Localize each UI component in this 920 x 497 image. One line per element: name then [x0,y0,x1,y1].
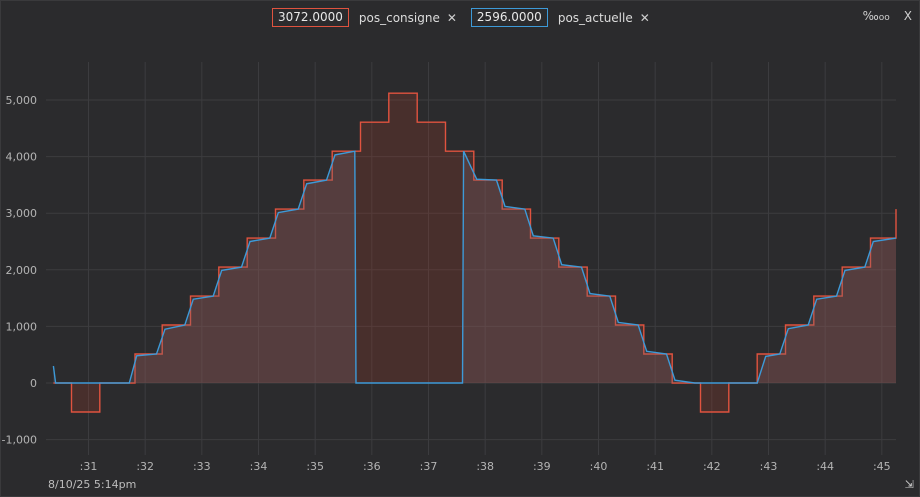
series-2-area [53,151,896,383]
line-chart: -1,000 0 1,000 2,000 3,000 4,000 5,000 :31 :32 :3… [2,62,897,473]
x-tick-label: :45 [873,460,891,473]
x-tick-label: :33 [193,460,211,473]
x-tick-label: :40 [590,460,608,473]
x-tick-label: :34 [250,460,268,473]
y-tick-label: 2,000 [6,264,38,277]
x-tick-label: :39 [533,460,551,473]
y-tick-label: -1,000 [2,434,37,447]
x-tick-label: :35 [306,460,324,473]
y-tick-label: 1,000 [6,320,38,333]
resize-handle-icon[interactable]: ⇲ [905,478,914,491]
x-tick-label: :43 [760,460,778,473]
x-tick-label: :42 [703,460,721,473]
x-tick-label: :32 [136,460,154,473]
y-tick-label: 5,000 [6,94,38,107]
y-tick-label: 3,000 [6,207,38,220]
time-range-label: 8/10/25 5:14pm [48,478,137,491]
y-tick-label: 0 [30,377,37,390]
y-tick-label: 4,000 [6,151,38,164]
x-tick-label: :41 [646,460,664,473]
x-tick-label: :31 [80,460,98,473]
x-tick-label: :38 [476,460,494,473]
x-tick-label: :37 [420,460,438,473]
x-tick-label: :36 [363,460,381,473]
x-tick-label: :44 [816,460,834,473]
